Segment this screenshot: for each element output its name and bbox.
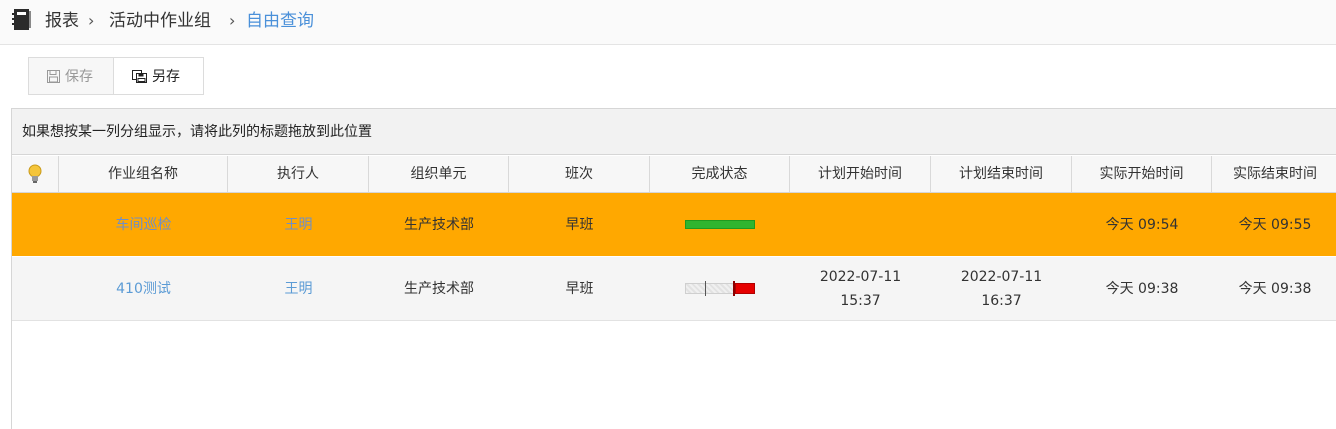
- executor-link[interactable]: 王明: [285, 213, 313, 237]
- floppy-disk-icon: [47, 69, 60, 83]
- column-header-plan-start[interactable]: 计划开始时间: [790, 156, 931, 192]
- plan-start-date: 2022-07-11: [819, 268, 902, 285]
- breadcrumb-bar: 报表 › 活动中作业组 › 自由查询: [0, 0, 1336, 45]
- plan-start-cell: [790, 193, 931, 256]
- plan-start-cell: 2022-07-11 15:37: [790, 257, 931, 320]
- column-header-group-name[interactable]: 作业组名称: [59, 156, 228, 192]
- group-drop-area[interactable]: 如果想按某一列分组显示，请将此列的标题拖放到此位置: [12, 109, 1336, 155]
- save-as-icon: [132, 69, 147, 83]
- completion-cell: [650, 193, 790, 256]
- actual-end-cell: 今天 09:38: [1238, 280, 1312, 297]
- executor-link[interactable]: 王明: [285, 277, 313, 301]
- book-icon: [12, 9, 31, 30]
- column-header-completion[interactable]: 完成状态: [650, 156, 790, 192]
- breadcrumb-separator: ›: [88, 11, 95, 30]
- actual-start-cell: 今天 09:38: [1105, 280, 1179, 297]
- plan-end-cell: 2022-07-11 16:37: [931, 257, 1072, 320]
- lightbulb-icon: [28, 164, 42, 183]
- column-header-shift[interactable]: 班次: [509, 156, 650, 192]
- group-name-link[interactable]: 车间巡检: [116, 213, 172, 237]
- progress-end-marker: [733, 281, 735, 296]
- plan-start-time: 15:37: [840, 292, 881, 309]
- actual-end-cell: 今天 09:55: [1238, 216, 1312, 233]
- column-header-executor[interactable]: 执行人: [228, 156, 369, 192]
- breadcrumb-item-active-groups[interactable]: 活动中作业组: [109, 10, 211, 32]
- plan-end-date: 2022-07-11: [960, 268, 1043, 285]
- plan-end-cell: [931, 193, 1072, 256]
- column-header-plan-end[interactable]: 计划结束时间: [931, 156, 1072, 192]
- column-header-org-unit[interactable]: 组织单元: [369, 156, 509, 192]
- org-unit-cell: 生产技术部: [404, 280, 474, 297]
- plan-end-time: 16:37: [981, 292, 1022, 309]
- breadcrumb-item-reports[interactable]: 报表: [45, 10, 79, 32]
- progress-marker: [705, 281, 706, 296]
- breadcrumb-item-free-query: 自由查询: [246, 11, 314, 31]
- progress-bar-overdue: [685, 281, 755, 296]
- group-name-link[interactable]: 410测试: [116, 277, 171, 301]
- table-row[interactable]: 410测试 王明 生产技术部 早班 2022-07-11 15:37 2022-…: [12, 257, 1336, 321]
- completion-cell: [650, 257, 790, 320]
- grid-header: 作业组名称 执行人 组织单元 班次 完成状态 计划开始时间 计划结束时间 实际开…: [12, 156, 1336, 193]
- column-header-actual-start[interactable]: 实际开始时间: [1072, 156, 1212, 192]
- org-unit-cell: 生产技术部: [404, 216, 474, 233]
- header-indicator: [12, 156, 59, 192]
- progress-bar-complete: [685, 220, 755, 229]
- save-as-button-label: 另存: [152, 69, 180, 85]
- shift-cell: 早班: [565, 280, 594, 297]
- save-button[interactable]: 保存: [28, 57, 114, 95]
- save-as-button[interactable]: 另存: [113, 57, 204, 95]
- table-row[interactable]: 车间巡检 王明 生产技术部 早班 今天 09:54 今天 09:55: [12, 193, 1336, 256]
- save-button-label: 保存: [65, 69, 93, 85]
- breadcrumb-separator: ›: [229, 11, 236, 30]
- query-grid: 如果想按某一列分组显示，请将此列的标题拖放到此位置 作业组名称 执行人 组织单元…: [11, 108, 1336, 429]
- actual-start-cell: 今天 09:54: [1105, 216, 1179, 233]
- column-header-actual-end[interactable]: 实际结束时间: [1212, 156, 1336, 192]
- progress-overdue-segment: [735, 283, 755, 294]
- shift-cell: 早班: [565, 216, 594, 233]
